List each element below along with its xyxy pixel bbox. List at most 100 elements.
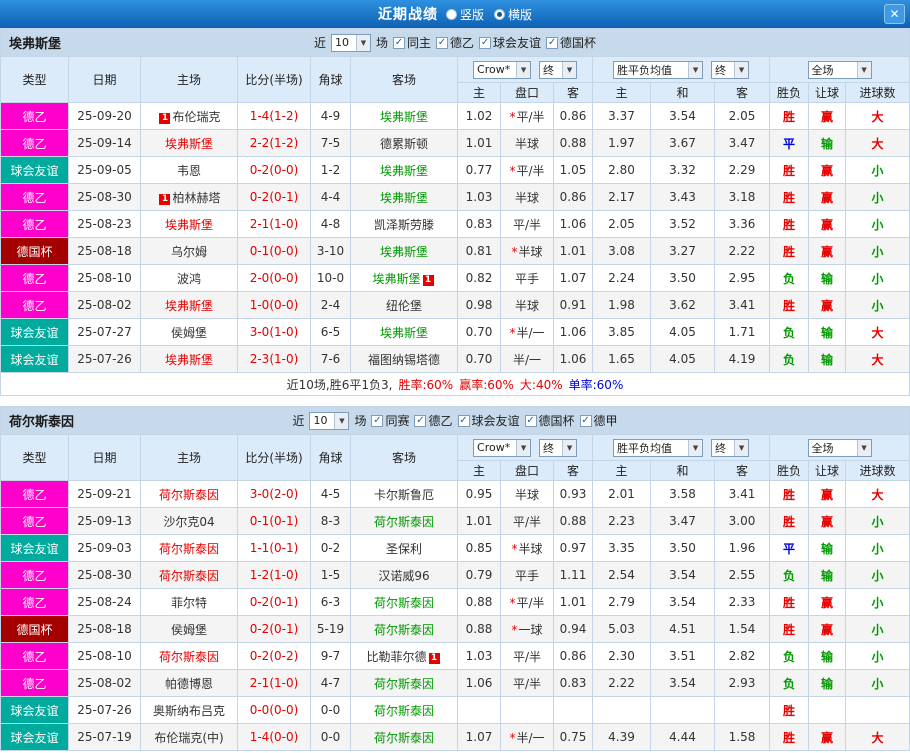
team-link: 福图纳锡塔德 — [367, 352, 440, 367]
close-button[interactable]: ✕ — [884, 4, 905, 24]
corners: 8-3 — [310, 507, 351, 535]
corners: 4-9 — [310, 102, 351, 130]
odds-value: 0.88 — [457, 588, 501, 616]
team-cell: 菲尔特 — [140, 588, 238, 616]
handicap-value: 半/一 — [500, 345, 554, 373]
layout-radio-group: 竖版 横版 — [445, 6, 532, 23]
score: 1-4(0-0) — [237, 723, 311, 751]
handicap-value: *半/一 — [500, 723, 554, 751]
filter-checkbox[interactable]: ✓ 德甲 — [579, 412, 618, 429]
team-cell: 埃弗斯堡 — [140, 129, 238, 157]
select-value: 终 — [715, 441, 727, 455]
result-handicap: 赢 — [808, 183, 847, 211]
filter-checkbox[interactable]: ✓ 德乙 — [414, 412, 453, 429]
team-link: 侯姆堡 — [170, 622, 207, 637]
dropdown-arrow-icon: ▼ — [516, 61, 531, 78]
team-link: 埃弗斯堡 — [379, 190, 428, 205]
team-section: 荷尔斯泰因近 10 ▼ 场 ✓ 同赛 ✓ 德乙 ✓ 球会友谊 ✓ 德国杯 ✓ 德甲 类型 日期 主场 比分(半场)… — [0, 406, 910, 751]
avg-stage-select[interactable]: 终 ▼ — [711, 60, 750, 79]
select-value: 10 — [334, 36, 349, 49]
score: 2-2(1-2) — [237, 129, 311, 157]
avg-value: 2.29 — [714, 156, 771, 184]
scope-select[interactable]: 全场 ▼ — [807, 438, 872, 457]
matches-table: 类型 日期 主场 比分(半场) 角球 客场 Crow* ▼ 终 ▼ 胜平负均值 ▼ 终 ▼ 全场 ▼ 主盘口客主… — [0, 434, 910, 751]
match-date: 25-09-20 — [68, 102, 141, 130]
avg-select[interactable]: 胜平负均值 ▼ — [613, 60, 704, 79]
checkbox-icon: ✓ — [371, 414, 384, 427]
filter-checkbox[interactable]: ✓ 球会友谊 — [479, 34, 541, 51]
team-cell: 比勒菲尔德 1 — [350, 642, 458, 670]
avg-value: 2.82 — [714, 642, 771, 670]
odds-stage-select[interactable]: 终 ▼ — [539, 438, 578, 457]
match-row: 德国杯 25-08-18 侯姆堡 0-2(0-1) 5-19 荷尔斯泰因 0.88 *一球 0.… — [0, 615, 910, 643]
scope-select[interactable]: 全场 ▼ — [807, 60, 872, 79]
match-date: 25-09-21 — [68, 480, 141, 508]
avg-value: 1.54 — [714, 615, 771, 643]
avg-value — [714, 696, 771, 724]
match-count-select[interactable]: 10 ▼ — [309, 411, 350, 430]
result-wdl: 胜 — [769, 237, 810, 265]
sub-header: 和 — [650, 82, 716, 103]
result-wdl: 平 — [769, 129, 810, 157]
team-cell: 纽伦堡 — [350, 291, 458, 319]
score: 1-4(1-2) — [237, 102, 311, 130]
corners: 5-19 — [310, 615, 351, 643]
odds-company-select[interactable]: Crow* ▼ — [473, 438, 532, 457]
result-goals: 大 — [845, 480, 910, 508]
league-badge: 德乙 — [0, 669, 69, 697]
result-handicap — [808, 696, 847, 724]
result-goals: 大 — [845, 723, 910, 751]
avg-select[interactable]: 胜平负均值 ▼ — [613, 438, 704, 457]
handicap-value: 平手 — [500, 561, 554, 589]
avg-value: 2.54 — [592, 561, 652, 589]
sub-header: 主 — [592, 460, 652, 481]
odds-value: 0.86 — [552, 102, 594, 130]
odds-stage-select[interactable]: 终 ▼ — [539, 60, 578, 79]
odds-value: 0.91 — [552, 291, 594, 319]
sub-header: 盘口 — [500, 82, 554, 103]
avg-value: 2.01 — [592, 480, 652, 508]
filter-checkbox[interactable]: ✓ 同主 — [392, 34, 431, 51]
match-count-select[interactable]: 10 ▼ — [330, 33, 371, 52]
corners: 1-5 — [310, 561, 351, 589]
result-handicap: 赢 — [808, 237, 847, 265]
result-handicap: 赢 — [808, 291, 847, 319]
filter-checkbox[interactable]: ✓ 同赛 — [371, 412, 409, 429]
odds-value: 0.82 — [457, 264, 501, 292]
layout-radio-vertical[interactable]: 竖版 — [445, 6, 484, 23]
team-link: 汉诺威96 — [378, 568, 430, 583]
odds-company-select[interactable]: Crow* ▼ — [473, 60, 532, 79]
filter-checkbox[interactable]: ✓ 德国杯 — [546, 34, 596, 51]
filter-checkbox[interactable]: ✓ 德乙 — [436, 34, 474, 51]
avg-value: 2.24 — [592, 264, 652, 292]
filter-checkbox[interactable]: ✓ 德国杯 — [524, 412, 575, 429]
avg-stage-select[interactable]: 终 ▼ — [711, 438, 750, 457]
result-wdl: 胜 — [769, 480, 810, 508]
col-header-corners: 角球 — [310, 434, 351, 481]
matches-table: 类型 日期 主场 比分(半场) 角球 客场 Crow* ▼ 终 ▼ 胜平负均值 ▼ 终 ▼ 全场 ▼ 主盘口客主… — [0, 56, 910, 373]
odds-value: 0.95 — [457, 480, 501, 508]
odds-value: 1.06 — [552, 318, 594, 346]
avg-value: 3.35 — [592, 534, 652, 562]
layout-radio-horizontal[interactable]: 横版 — [494, 6, 532, 23]
result-handicap: 输 — [808, 129, 847, 157]
team-cell: 埃弗斯堡 — [350, 102, 458, 130]
raised-odds-star: * — [511, 244, 518, 259]
result-wdl: 胜 — [769, 588, 810, 616]
odds-value: 1.01 — [552, 588, 594, 616]
result-goals: 小 — [845, 588, 910, 616]
avg-value: 3.54 — [650, 588, 716, 616]
match-date: 25-08-10 — [68, 264, 141, 292]
col-header-away: 客场 — [350, 434, 458, 481]
team-cell: 埃弗斯堡 — [350, 318, 458, 346]
filter-checkbox[interactable]: ✓ 球会友谊 — [457, 412, 520, 429]
avg-value: 2.33 — [714, 588, 771, 616]
odds-value: 0.70 — [457, 345, 501, 373]
near-label: 近 — [292, 414, 305, 428]
score: 0-2(0-1) — [237, 615, 311, 643]
handicap-value — [500, 696, 554, 724]
team-cell: 帕德博恩 — [140, 669, 238, 697]
result-wdl: 胜 — [769, 615, 810, 643]
result-goals: 小 — [845, 156, 910, 184]
score: 2-3(1-0) — [237, 345, 311, 373]
